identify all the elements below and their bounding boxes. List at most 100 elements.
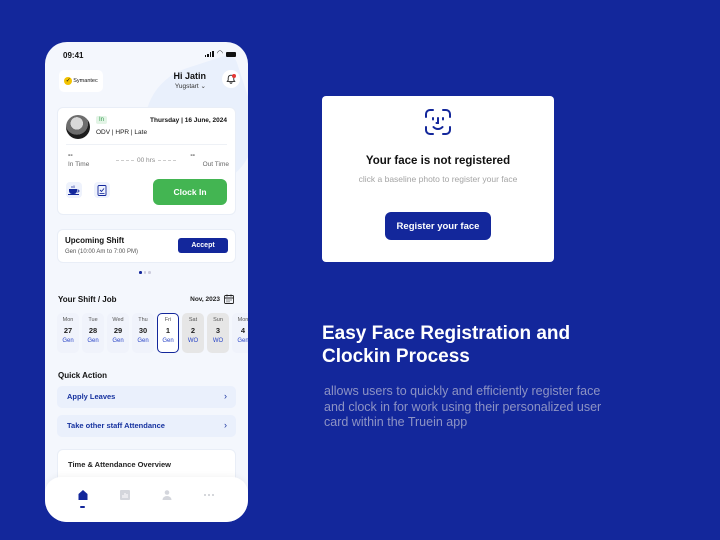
calendar-icon[interactable] [224, 294, 234, 304]
company-logo: ✓ Symantec [59, 70, 103, 92]
attendance-card: In Thursday | 16 June, 2024 ODV | HPR | … [57, 107, 236, 215]
in-time-value: -- [68, 152, 73, 159]
nav-profile[interactable] [159, 487, 175, 503]
home-icon [78, 490, 88, 500]
day-shift: WO [187, 338, 199, 344]
day-strip: Mon 27 Gen Tue 28 Gen Wed 29 Gen Thu 30 Gen Fri 1 Gen S… [57, 313, 248, 353]
coffee-cup-icon [68, 185, 80, 195]
quick-action-title: Quick Action [58, 371, 108, 380]
upcoming-shift-card: Upcoming Shift Gen (10:00 Am to 7:00 PM)… [57, 229, 236, 263]
clock-in-button[interactable]: Clock In [153, 179, 227, 205]
symantec-check-icon: ✓ [64, 77, 73, 85]
out-time-label: Out Time [202, 161, 229, 168]
day-cell[interactable]: Tue 28 Gen [82, 313, 104, 353]
company-logo-text: Symantec [73, 78, 98, 84]
greeting-name: Hi Jatin [173, 71, 206, 81]
reports-icon [120, 490, 130, 500]
break-button[interactable] [66, 182, 82, 198]
month-label: Nov, 2023 [190, 296, 220, 303]
phone-mockup: 09:41 ◠ ✓ Symantec Hi Jatin Yugstart ⌄ I… [45, 42, 248, 522]
carousel-dots [139, 271, 151, 274]
headline-line: Clockin Process [322, 346, 470, 367]
action-label: Take other staff Attendance [67, 421, 165, 430]
day-cell[interactable]: Wed 29 Gen [107, 313, 129, 353]
day-name: Mon [62, 317, 74, 323]
day-name: Fri [164, 317, 172, 323]
nav-reports[interactable] [117, 487, 133, 503]
day-name: Thu [138, 317, 148, 323]
face-card-description: click a baseline photo to register your … [358, 174, 518, 184]
day-number: 1 [165, 326, 171, 335]
notification-button[interactable] [222, 70, 240, 88]
carousel-dot[interactable] [143, 271, 146, 274]
day-cell[interactable]: Thu 30 Gen [132, 313, 154, 353]
wifi-icon: ◠ [216, 50, 223, 57]
day-number: 30 [138, 326, 148, 335]
day-shift: Gen [237, 338, 248, 344]
day-number: 29 [113, 326, 123, 335]
organization-name: Yugstart [174, 83, 199, 90]
day-name: Wed [112, 317, 124, 323]
day-name: Sun [213, 317, 223, 323]
bottom-navigation [45, 477, 248, 522]
in-time-label: In Time [68, 161, 90, 168]
status-bar: 09:41 ◠ [45, 42, 248, 68]
day-cell[interactable]: Sun 3 WO [207, 313, 229, 353]
avatar [66, 115, 90, 139]
day-name: Tue [88, 317, 98, 323]
upcoming-shift-time: Gen (10:00 Am to 7:00 PM) [65, 249, 139, 255]
chevron-right-icon: › [224, 420, 227, 430]
notification-dot [232, 74, 236, 78]
out-time-value: -- [190, 152, 195, 159]
day-name: Mon [237, 317, 248, 323]
face-registration-card: Your face is not registered click a base… [322, 96, 554, 262]
carousel-dot[interactable] [148, 271, 151, 274]
day-shift: Gen [112, 338, 124, 344]
status-icons: ◠ [204, 50, 236, 57]
nav-home[interactable] [75, 487, 91, 503]
day-cell[interactable]: Fri 1 Gen [157, 313, 179, 353]
shift-section-title: Your Shift / Job [58, 295, 117, 304]
day-shift: Gen [87, 338, 99, 344]
day-cell[interactable]: Mon 4 Gen [232, 313, 248, 353]
status-time: 09:41 [63, 51, 84, 60]
more-icon [204, 494, 214, 496]
chevron-down-icon: ⌄ [200, 83, 206, 90]
checklist-book-icon [97, 184, 107, 196]
day-cell[interactable]: Sat 2 WO [182, 313, 204, 353]
take-staff-attendance-action[interactable]: Take other staff Attendance › [57, 415, 236, 437]
day-shift: Gen [62, 338, 74, 344]
attendance-date: Thursday | 16 June, 2024 [150, 117, 227, 124]
nav-more[interactable] [201, 487, 217, 503]
profile-icon [162, 490, 172, 500]
face-card-title: Your face is not registered [365, 155, 511, 167]
headline-line: Easy Face Registration and [322, 323, 571, 344]
day-shift: Gen [137, 338, 149, 344]
face-id-icon [425, 109, 451, 135]
day-number: 28 [88, 326, 98, 335]
day-number: 3 [215, 326, 221, 335]
carousel-dot[interactable] [139, 271, 142, 274]
duration-value: 00 hrs [137, 157, 156, 164]
attendance-tags: ODV | HPR | Late [96, 129, 148, 136]
accept-button[interactable]: Accept [178, 238, 228, 253]
day-name: Sat [188, 317, 198, 323]
day-shift: WO [212, 338, 224, 344]
overview-title: Time & Attendance Overview [68, 460, 171, 469]
tasks-button[interactable] [94, 182, 110, 198]
chevron-right-icon: › [224, 391, 227, 401]
day-shift: Gen [162, 338, 174, 344]
register-face-button[interactable]: Register your face [385, 212, 491, 240]
day-cell[interactable]: Mon 27 Gen [57, 313, 79, 353]
status-badge: In [96, 116, 108, 124]
organization-switcher[interactable]: Yugstart ⌄ [173, 82, 206, 90]
marketing-description: allows users to quickly and efficiently … [324, 384, 602, 429]
signal-icon [204, 51, 214, 57]
user-greeting[interactable]: Hi Jatin Yugstart ⌄ [173, 71, 206, 90]
duration: 00 hrs [116, 157, 177, 164]
active-indicator [80, 506, 85, 508]
divider [66, 144, 227, 145]
day-number: 4 [240, 326, 246, 335]
day-number: 2 [190, 326, 196, 335]
apply-leaves-action[interactable]: Apply Leaves › [57, 386, 236, 408]
